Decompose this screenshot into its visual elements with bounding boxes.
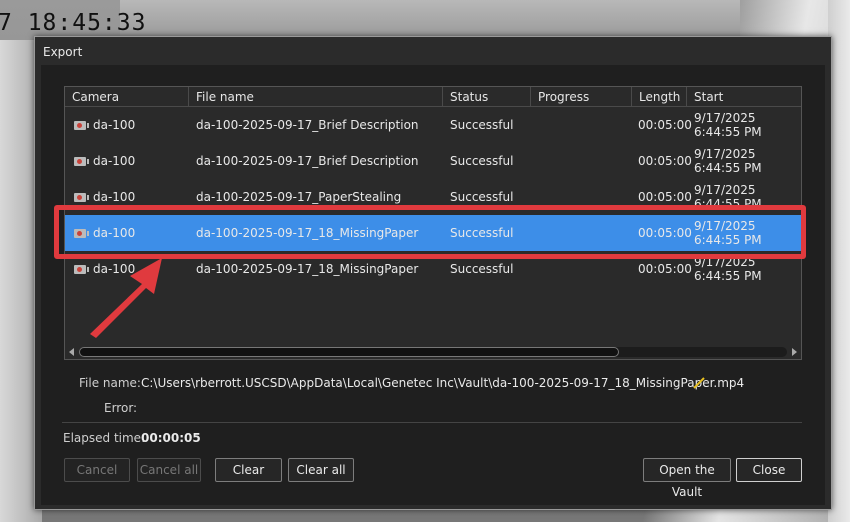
clear-all-button[interactable]: Clear all	[288, 458, 354, 482]
clear-button[interactable]: Clear	[215, 458, 282, 482]
cancel-all-button[interactable]: Cancel all	[137, 458, 201, 482]
column-header-status[interactable]: Status	[442, 87, 530, 107]
elapsed-time-value: 00:00:05	[141, 431, 201, 445]
scroll-left-arrow-icon[interactable]	[69, 348, 74, 356]
table-header: Camera File name Status Progress Length …	[65, 87, 801, 107]
horizontal-scrollbar[interactable]	[65, 345, 801, 359]
annotation-arrow-icon	[90, 258, 162, 338]
scrollbar-track[interactable]	[79, 347, 787, 357]
error-label: Error:	[104, 401, 138, 415]
camera-feed-ceiling	[120, 0, 740, 36]
column-header-camera[interactable]: Camera	[65, 87, 188, 107]
scrollbar-thumb[interactable]	[79, 347, 619, 357]
cell-status: Successful	[450, 154, 514, 168]
column-header-file-name[interactable]: File name	[188, 87, 442, 107]
edit-pencil-icon[interactable]	[692, 376, 706, 390]
open-vault-button[interactable]: Open the Vault	[643, 458, 731, 499]
camera-icon	[74, 157, 89, 166]
cell-start: 9/17/2025 6:44:55 PM	[694, 111, 762, 139]
scroll-right-arrow-icon[interactable]	[792, 348, 797, 356]
dialog-title: Export	[43, 45, 83, 59]
cell-camera: da-100	[93, 154, 136, 168]
close-button[interactable]: Close	[736, 458, 802, 482]
cell-length: 00:05:00	[638, 118, 692, 132]
cell-file-name: da-100-2025-09-17_Brief Description	[196, 118, 419, 132]
table-row[interactable]: da-100 da-100-2025-09-17_Brief Descriptio…	[65, 107, 801, 143]
file-name-value: C:\Users\rberrott.USCSD\AppData\Local\Ge…	[141, 376, 745, 390]
cell-start: 9/17/2025 6:44:55 PM	[694, 147, 762, 175]
column-header-length[interactable]: Length	[631, 87, 686, 107]
column-header-progress[interactable]: Progress	[530, 87, 631, 107]
cell-file-name: da-100-2025-09-17_Brief Description	[196, 154, 419, 168]
cell-camera: da-100	[93, 118, 136, 132]
column-header-start[interactable]: Start	[686, 87, 803, 107]
camera-icon	[74, 265, 89, 274]
file-name-label: File name:	[79, 376, 141, 390]
camera-icon	[74, 121, 89, 130]
table-row[interactable]: da-100 da-100-2025-09-17_Brief Descriptio…	[65, 143, 801, 179]
separator	[62, 422, 802, 423]
cell-length: 00:05:00	[638, 154, 692, 168]
cancel-button[interactable]: Cancel	[64, 458, 130, 482]
camera-timestamp-overlay: 7 18:45:33	[0, 10, 147, 36]
elapsed-time-label: Elapsed time:	[63, 431, 146, 445]
annotation-highlight-box	[54, 205, 806, 259]
camera-icon	[74, 193, 89, 202]
cell-status: Successful	[450, 118, 514, 132]
